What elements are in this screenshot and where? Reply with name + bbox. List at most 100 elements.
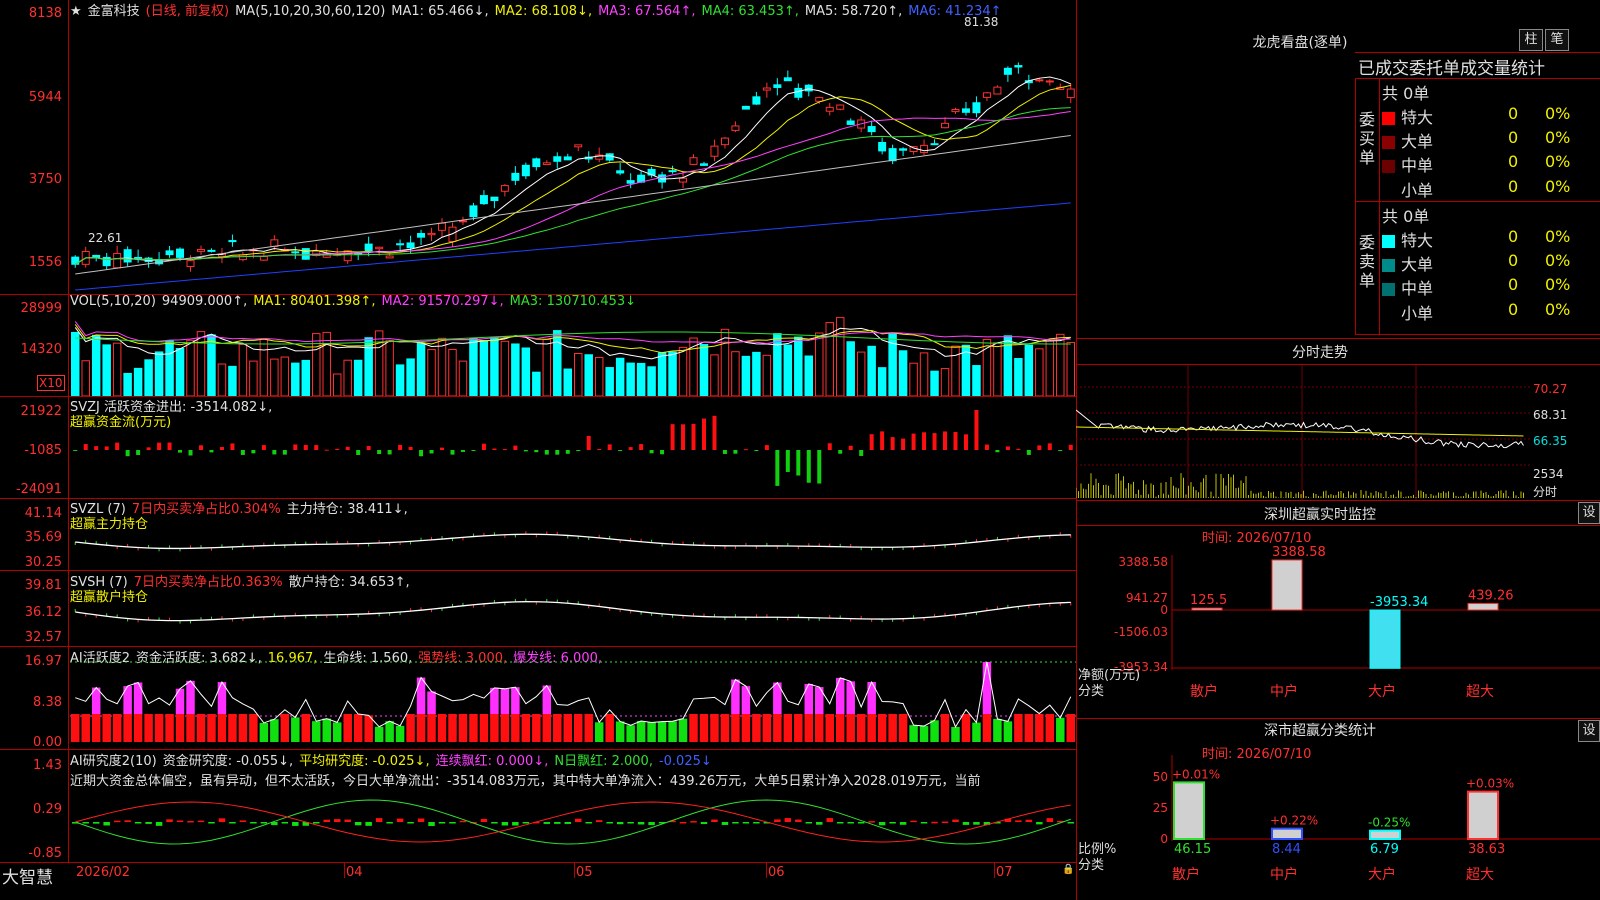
volume-bar bbox=[710, 354, 719, 396]
volume-bar bbox=[144, 359, 153, 396]
research-bar bbox=[753, 822, 760, 824]
ratio-value-label: 46.15 bbox=[1174, 842, 1211, 857]
activity-bar bbox=[374, 726, 384, 742]
row-label: 小单 bbox=[1401, 304, 1434, 323]
research-bar bbox=[250, 822, 257, 824]
research-bar bbox=[962, 822, 970, 825]
monitor-settings-button[interactable]: 设 bbox=[1578, 502, 1600, 524]
activity-bar bbox=[636, 720, 646, 742]
row-label: 特大 bbox=[1401, 231, 1434, 250]
vol-tick: 28999 bbox=[20, 301, 62, 316]
color-swatch bbox=[1382, 160, 1395, 173]
stock-name[interactable]: 金富科技 bbox=[88, 4, 140, 19]
classify-settings-button[interactable]: 设 bbox=[1578, 720, 1600, 742]
chart-mode[interactable]: (日线, 前复权) bbox=[146, 4, 229, 19]
ma3-value: MA3: 67.564↑, bbox=[598, 4, 696, 19]
divider bbox=[1355, 78, 1356, 334]
ratio-change-label: +0.03% bbox=[1466, 777, 1514, 791]
activity-bar bbox=[1045, 714, 1055, 742]
candle-body bbox=[741, 105, 750, 110]
volume-bar bbox=[207, 334, 216, 396]
monitor-ylabel: 净额(万元) bbox=[1078, 668, 1140, 683]
research-bar bbox=[522, 822, 530, 824]
activity-bar bbox=[773, 714, 782, 742]
ratio-bar-chart[interactable]: 7550250比例%分类+0.01%46.15散户+0.22%8.44中户-0.… bbox=[1076, 755, 1600, 900]
intraday-chart[interactable] bbox=[1076, 365, 1600, 500]
activity-bar bbox=[364, 715, 373, 742]
volume-bar bbox=[249, 360, 258, 396]
candle-body bbox=[458, 220, 467, 223]
fund-flow-chart[interactable] bbox=[70, 410, 1076, 498]
activity-chart[interactable] bbox=[70, 648, 1076, 749]
candle-body bbox=[836, 104, 845, 110]
ai2-tick: 0.29 bbox=[33, 802, 62, 817]
activity-bar bbox=[521, 714, 531, 742]
activity-bar bbox=[972, 722, 981, 742]
candle-body bbox=[521, 164, 530, 177]
activity-bar bbox=[982, 714, 992, 742]
buy-row: 中单 bbox=[1382, 152, 1433, 176]
activity-bar bbox=[825, 714, 834, 742]
candle-body bbox=[930, 143, 939, 146]
flow-bar bbox=[1016, 448, 1021, 450]
flow-bar bbox=[272, 450, 277, 455]
activity-bar bbox=[699, 714, 709, 742]
flow-bar bbox=[1047, 443, 1052, 450]
candle-body bbox=[207, 249, 216, 252]
candle-body bbox=[699, 163, 708, 166]
research-chart[interactable] bbox=[70, 790, 1076, 862]
net-flow-label: -3953.34 bbox=[1370, 595, 1428, 610]
volume-bar bbox=[919, 352, 929, 396]
flow-bar bbox=[178, 450, 183, 453]
activity-bar bbox=[846, 714, 855, 742]
activity-bar bbox=[710, 714, 719, 742]
flow-bar bbox=[754, 450, 759, 451]
activity-bar bbox=[406, 714, 415, 742]
row-label: 中单 bbox=[1401, 156, 1434, 175]
tick-mode-button[interactable]: 笔 bbox=[1545, 29, 1569, 51]
volume-bar bbox=[395, 364, 405, 396]
activity-bar bbox=[259, 722, 269, 742]
research-bar bbox=[145, 822, 152, 824]
activity-bar bbox=[647, 722, 656, 742]
volume-bar bbox=[406, 358, 415, 396]
volume-bar bbox=[353, 359, 363, 396]
classify-title: 深市超赢分类统计 bbox=[1264, 723, 1376, 739]
candle-body bbox=[783, 77, 792, 82]
candle-body bbox=[941, 122, 950, 129]
svsh-tick: 32.57 bbox=[24, 630, 62, 645]
activity-bar bbox=[270, 719, 279, 742]
net-flow-bar-chart[interactable]: 3388.58941.270-1506.03-3953.34净额(万元)分类12… bbox=[1076, 540, 1600, 705]
activity-bar-top bbox=[542, 685, 552, 714]
x-axis-label: 2026/02 bbox=[76, 865, 131, 880]
flow-bar bbox=[943, 431, 948, 450]
candle-body bbox=[993, 86, 1002, 95]
research-bar bbox=[281, 822, 289, 824]
research-bar bbox=[417, 818, 425, 822]
vol-ma3: MA3: 130710.453↓ bbox=[509, 294, 637, 309]
candlestick-chart[interactable] bbox=[70, 18, 1076, 294]
candle-body bbox=[888, 148, 897, 162]
lock-icon[interactable]: 🔒 bbox=[1062, 864, 1074, 875]
row-label: 特大 bbox=[1401, 108, 1434, 127]
volume-bar bbox=[553, 330, 562, 396]
retail-position-chart[interactable] bbox=[70, 572, 1076, 646]
ai1-tick: 16.97 bbox=[24, 654, 62, 669]
volume-bar bbox=[165, 340, 174, 396]
research-bar bbox=[575, 818, 582, 822]
bar-mode-button[interactable]: 柱 bbox=[1519, 29, 1543, 51]
activity-bar bbox=[867, 714, 876, 742]
volume-chart[interactable] bbox=[70, 310, 1076, 396]
activity-bar-top bbox=[982, 662, 992, 714]
research-bar bbox=[910, 820, 917, 823]
flow-bar bbox=[691, 423, 696, 450]
main-position-chart[interactable] bbox=[70, 500, 1076, 570]
activity-bar bbox=[532, 714, 541, 742]
volume-bar bbox=[469, 338, 478, 396]
favorite-star-icon[interactable]: ★ bbox=[70, 4, 82, 19]
flow-bar bbox=[796, 450, 801, 476]
research-bar bbox=[732, 822, 739, 824]
category-label: 中户 bbox=[1270, 866, 1298, 883]
flow-bar bbox=[963, 434, 968, 450]
flow-bar bbox=[838, 450, 843, 454]
